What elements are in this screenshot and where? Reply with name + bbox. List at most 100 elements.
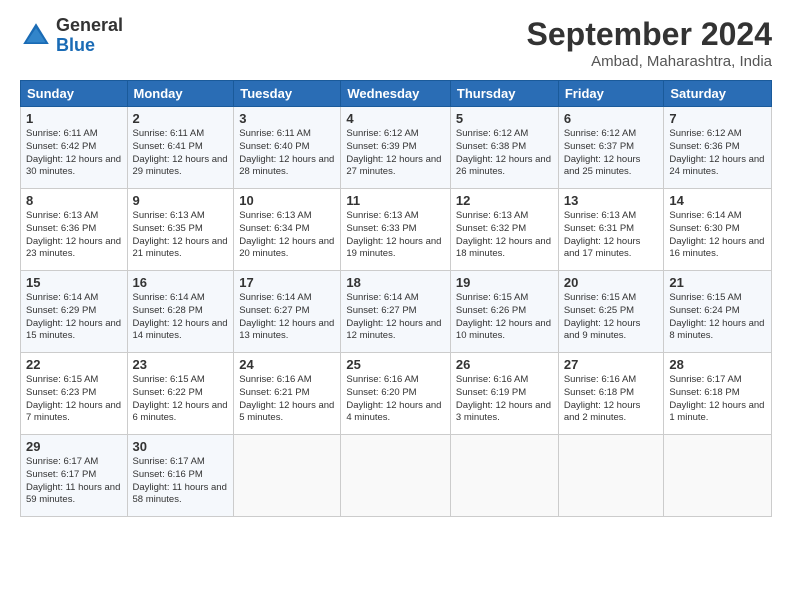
sunset-text: Sunset: 6:24 PM — [669, 305, 739, 316]
location: Ambad, Maharashtra, India — [527, 53, 772, 70]
table-row: 3 Sunrise: 6:11 AM Sunset: 6:40 PM Dayli… — [234, 107, 341, 189]
daylight-text: Daylight: 12 hours and 10 minutes. — [456, 318, 551, 342]
calendar-week-row: 29 Sunrise: 6:17 AM Sunset: 6:17 PM Dayl… — [21, 435, 772, 517]
day-number: 1 — [26, 111, 122, 126]
daylight-text: Daylight: 12 hours and 18 minutes. — [456, 236, 551, 260]
daylight-text: Daylight: 12 hours and 20 minutes. — [239, 236, 334, 260]
daylight-text: Daylight: 12 hours and 4 minutes. — [346, 400, 441, 424]
daylight-text: Daylight: 12 hours and 30 minutes. — [26, 154, 121, 178]
sunset-text: Sunset: 6:17 PM — [26, 469, 96, 480]
day-info: Sunrise: 6:14 AM Sunset: 6:29 PM Dayligh… — [26, 292, 122, 343]
sunrise-text: Sunrise: 6:12 AM — [669, 128, 741, 139]
table-row: 17 Sunrise: 6:14 AM Sunset: 6:27 PM Dayl… — [234, 271, 341, 353]
sunset-text: Sunset: 6:34 PM — [239, 223, 309, 234]
sunset-text: Sunset: 6:27 PM — [346, 305, 416, 316]
header: General Blue September 2024 Ambad, Mahar… — [20, 16, 772, 70]
sunrise-text: Sunrise: 6:15 AM — [26, 374, 98, 385]
sunrise-text: Sunrise: 6:17 AM — [669, 374, 741, 385]
sunrise-text: Sunrise: 6:16 AM — [456, 374, 528, 385]
sunrise-text: Sunrise: 6:14 AM — [133, 292, 205, 303]
table-row — [450, 435, 558, 517]
sunrise-text: Sunrise: 6:16 AM — [564, 374, 636, 385]
table-row: 6 Sunrise: 6:12 AM Sunset: 6:37 PM Dayli… — [558, 107, 664, 189]
day-number: 11 — [346, 193, 445, 208]
col-sunday: Sunday — [21, 81, 128, 107]
table-row: 5 Sunrise: 6:12 AM Sunset: 6:38 PM Dayli… — [450, 107, 558, 189]
sunrise-text: Sunrise: 6:15 AM — [669, 292, 741, 303]
col-tuesday: Tuesday — [234, 81, 341, 107]
table-row: 22 Sunrise: 6:15 AM Sunset: 6:23 PM Dayl… — [21, 353, 128, 435]
table-row — [664, 435, 772, 517]
daylight-text: Daylight: 12 hours and 8 minutes. — [669, 318, 764, 342]
month-year: September 2024 — [527, 16, 772, 53]
calendar-header-row: Sunday Monday Tuesday Wednesday Thursday… — [21, 81, 772, 107]
day-info: Sunrise: 6:13 AM Sunset: 6:34 PM Dayligh… — [239, 210, 335, 261]
logo-general-text: General — [56, 16, 123, 36]
sunrise-text: Sunrise: 6:11 AM — [26, 128, 98, 139]
day-info: Sunrise: 6:17 AM Sunset: 6:17 PM Dayligh… — [26, 456, 122, 507]
day-info: Sunrise: 6:15 AM Sunset: 6:22 PM Dayligh… — [133, 374, 229, 425]
daylight-text: Daylight: 12 hours and 29 minutes. — [133, 154, 228, 178]
sunrise-text: Sunrise: 6:13 AM — [26, 210, 98, 221]
day-info: Sunrise: 6:14 AM Sunset: 6:30 PM Dayligh… — [669, 210, 766, 261]
daylight-text: Daylight: 12 hours and 5 minutes. — [239, 400, 334, 424]
day-number: 28 — [669, 357, 766, 372]
sunset-text: Sunset: 6:38 PM — [456, 141, 526, 152]
table-row: 13 Sunrise: 6:13 AM Sunset: 6:31 PM Dayl… — [558, 189, 664, 271]
day-number: 3 — [239, 111, 335, 126]
day-info: Sunrise: 6:17 AM Sunset: 6:18 PM Dayligh… — [669, 374, 766, 425]
day-info: Sunrise: 6:13 AM Sunset: 6:32 PM Dayligh… — [456, 210, 553, 261]
day-info: Sunrise: 6:13 AM Sunset: 6:31 PM Dayligh… — [564, 210, 659, 261]
sunrise-text: Sunrise: 6:13 AM — [456, 210, 528, 221]
calendar-week-row: 22 Sunrise: 6:15 AM Sunset: 6:23 PM Dayl… — [21, 353, 772, 435]
day-number: 26 — [456, 357, 553, 372]
day-info: Sunrise: 6:11 AM Sunset: 6:42 PM Dayligh… — [26, 128, 122, 179]
table-row: 24 Sunrise: 6:16 AM Sunset: 6:21 PM Dayl… — [234, 353, 341, 435]
calendar-week-row: 8 Sunrise: 6:13 AM Sunset: 6:36 PM Dayli… — [21, 189, 772, 271]
daylight-text: Daylight: 11 hours and 58 minutes. — [133, 482, 227, 506]
day-number: 4 — [346, 111, 445, 126]
day-number: 14 — [669, 193, 766, 208]
sunrise-text: Sunrise: 6:17 AM — [133, 456, 205, 467]
col-monday: Monday — [127, 81, 234, 107]
day-number: 17 — [239, 275, 335, 290]
daylight-text: Daylight: 12 hours and 7 minutes. — [26, 400, 121, 424]
sunrise-text: Sunrise: 6:15 AM — [564, 292, 636, 303]
day-info: Sunrise: 6:15 AM Sunset: 6:24 PM Dayligh… — [669, 292, 766, 343]
day-info: Sunrise: 6:14 AM Sunset: 6:27 PM Dayligh… — [346, 292, 445, 343]
table-row: 12 Sunrise: 6:13 AM Sunset: 6:32 PM Dayl… — [450, 189, 558, 271]
daylight-text: Daylight: 12 hours and 9 minutes. — [564, 318, 641, 342]
sunset-text: Sunset: 6:31 PM — [564, 223, 634, 234]
calendar-table: Sunday Monday Tuesday Wednesday Thursday… — [20, 80, 772, 517]
day-info: Sunrise: 6:16 AM Sunset: 6:21 PM Dayligh… — [239, 374, 335, 425]
sunset-text: Sunset: 6:37 PM — [564, 141, 634, 152]
table-row: 14 Sunrise: 6:14 AM Sunset: 6:30 PM Dayl… — [664, 189, 772, 271]
sunset-text: Sunset: 6:18 PM — [564, 387, 634, 398]
table-row: 8 Sunrise: 6:13 AM Sunset: 6:36 PM Dayli… — [21, 189, 128, 271]
daylight-text: Daylight: 12 hours and 6 minutes. — [133, 400, 228, 424]
day-number: 21 — [669, 275, 766, 290]
table-row: 25 Sunrise: 6:16 AM Sunset: 6:20 PM Dayl… — [341, 353, 451, 435]
sunset-text: Sunset: 6:16 PM — [133, 469, 203, 480]
sunset-text: Sunset: 6:22 PM — [133, 387, 203, 398]
day-number: 12 — [456, 193, 553, 208]
daylight-text: Daylight: 12 hours and 25 minutes. — [564, 154, 641, 178]
day-number: 18 — [346, 275, 445, 290]
day-number: 20 — [564, 275, 659, 290]
day-info: Sunrise: 6:12 AM Sunset: 6:38 PM Dayligh… — [456, 128, 553, 179]
table-row: 7 Sunrise: 6:12 AM Sunset: 6:36 PM Dayli… — [664, 107, 772, 189]
sunset-text: Sunset: 6:41 PM — [133, 141, 203, 152]
day-info: Sunrise: 6:16 AM Sunset: 6:19 PM Dayligh… — [456, 374, 553, 425]
day-info: Sunrise: 6:16 AM Sunset: 6:20 PM Dayligh… — [346, 374, 445, 425]
col-saturday: Saturday — [664, 81, 772, 107]
logo-icon — [20, 20, 52, 52]
daylight-text: Daylight: 12 hours and 12 minutes. — [346, 318, 441, 342]
day-number: 2 — [133, 111, 229, 126]
day-info: Sunrise: 6:11 AM Sunset: 6:40 PM Dayligh… — [239, 128, 335, 179]
sunset-text: Sunset: 6:27 PM — [239, 305, 309, 316]
day-info: Sunrise: 6:13 AM Sunset: 6:36 PM Dayligh… — [26, 210, 122, 261]
title-block: September 2024 Ambad, Maharashtra, India — [527, 16, 772, 70]
day-number: 27 — [564, 357, 659, 372]
day-info: Sunrise: 6:15 AM Sunset: 6:26 PM Dayligh… — [456, 292, 553, 343]
table-row: 21 Sunrise: 6:15 AM Sunset: 6:24 PM Dayl… — [664, 271, 772, 353]
